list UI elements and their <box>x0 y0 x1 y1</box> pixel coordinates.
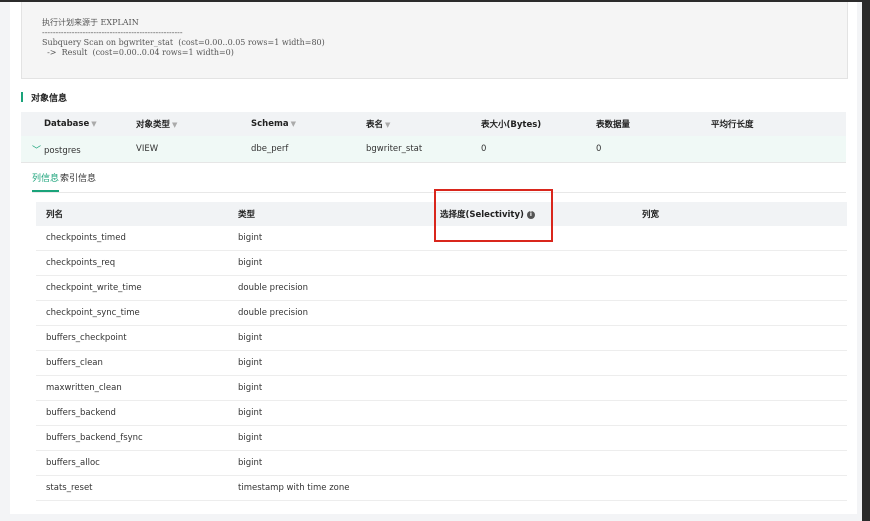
explain-plan-panel: 执行计划来源于 EXPLAIN ------------------------… <box>21 2 848 79</box>
cell-column-type: bigint <box>238 258 263 268</box>
cell-table-name: bgwriter_stat <box>366 144 423 154</box>
explain-line-1: Subquery Scan on bgwriter_stat (cost=0.0… <box>42 38 325 47</box>
header-table-size: 表大小(Bytes) <box>481 120 542 130</box>
cell-column-type: bigint <box>238 383 263 393</box>
cell-table-size: 0 <box>481 144 487 154</box>
header-schema[interactable]: Schema ▼ <box>251 119 366 129</box>
header-row-count: 表数据量 <box>596 120 631 130</box>
content-card: 执行计划来源于 EXPLAIN ------------------------… <box>10 2 857 514</box>
cell-object-type: VIEW <box>136 144 159 154</box>
header-table-name[interactable]: 表名 ▼ <box>366 118 481 130</box>
cell-column-name: buffers_alloc <box>46 458 100 468</box>
cell-column-name: buffers_checkpoint <box>46 333 127 343</box>
cell-column-type: bigint <box>238 333 263 343</box>
filter-icon[interactable]: ▼ <box>385 121 390 129</box>
cell-column-type: bigint <box>238 458 263 468</box>
cell-column-name: buffers_clean <box>46 358 103 368</box>
explain-line-2: -> Result (cost=0.00..0.04 rows=1 width=… <box>42 48 234 57</box>
cell-column-type: bigint <box>238 433 263 443</box>
header-database[interactable]: Database ▼ <box>21 119 136 129</box>
cell-column-name: checkpoint_sync_time <box>46 308 140 318</box>
header-column-name: 列名 <box>46 210 64 220</box>
column-info-table: 列名 类型 选择度(Selectivity) i 列宽 checkpoints_t… <box>36 202 847 501</box>
filter-icon[interactable]: ▼ <box>91 120 96 128</box>
header-column-type: 类型 <box>238 210 256 220</box>
object-info-heading: 对象信息 <box>21 91 68 104</box>
explain-title: 执行计划来源于 EXPLAIN <box>42 18 139 27</box>
header-column-width: 列宽 <box>642 210 660 220</box>
cell-column-name: buffers_backend <box>46 408 116 418</box>
cell-row-count: 0 <box>596 144 602 154</box>
cell-schema: dbe_perf <box>251 144 289 154</box>
cell-column-name: checkpoints_timed <box>46 233 126 243</box>
table-row[interactable]: checkpoints_req bigint <box>36 251 847 276</box>
cell-column-type: bigint <box>238 358 263 368</box>
filter-icon[interactable]: ▼ <box>172 121 177 129</box>
cell-column-name: maxwritten_clean <box>46 383 122 393</box>
object-info-title: 对象信息 <box>31 93 68 104</box>
cell-column-type: double precision <box>238 283 309 293</box>
cell-column-name: checkpoint_write_time <box>46 283 142 293</box>
table-row[interactable]: checkpoint_sync_time double precision <box>36 301 847 326</box>
filter-icon[interactable]: ▼ <box>291 120 296 128</box>
cell-column-name: buffers_backend_fsync <box>46 433 143 443</box>
table-row[interactable]: buffers_clean bigint <box>36 351 847 376</box>
object-table-row[interactable]: ﹀ postgres VIEW dbe_perf bgwriter_stat 0 … <box>21 136 846 163</box>
table-row[interactable]: buffers_backend bigint <box>36 401 847 426</box>
selectivity-highlight-box <box>434 189 553 242</box>
cell-column-name: checkpoints_req <box>46 258 116 268</box>
table-row[interactable]: buffers_alloc bigint <box>36 451 847 476</box>
section-accent-bar <box>21 92 23 102</box>
cell-column-type: bigint <box>238 408 263 418</box>
table-row[interactable]: checkpoint_write_time double precision <box>36 276 847 301</box>
cell-column-type: double precision <box>238 308 309 318</box>
tab-column-info[interactable]: 列信息 <box>32 171 60 192</box>
explain-plan-text: 执行计划来源于 EXPLAIN ------------------------… <box>22 2 847 58</box>
tab-index-info[interactable]: 索引信息 <box>60 171 96 184</box>
table-row[interactable]: buffers_backend_fsync bigint <box>36 426 847 451</box>
table-row[interactable]: stats_reset timestamp with time zone <box>36 476 847 501</box>
table-row[interactable]: maxwritten_clean bigint <box>36 376 847 401</box>
object-info-table: Database ▼ 对象类型 ▼ Schema ▼ 表名 ▼ 表大小(Bytes) 表… <box>21 112 846 163</box>
cell-column-type: bigint <box>238 233 263 243</box>
header-object-type[interactable]: 对象类型 ▼ <box>136 118 251 130</box>
chevron-down-icon[interactable]: ﹀ <box>32 143 44 156</box>
header-avg-row-length: 平均行长度 <box>711 120 754 130</box>
cell-database: ﹀ postgres <box>21 143 136 156</box>
object-table-header: Database ▼ 对象类型 ▼ Schema ▼ 表名 ▼ 表大小(Bytes) 表… <box>21 112 846 136</box>
explain-divider: ----------------------------------------… <box>42 28 183 37</box>
table-row[interactable]: buffers_checkpoint bigint <box>36 326 847 351</box>
page-background: 执行计划来源于 EXPLAIN ------------------------… <box>0 2 862 521</box>
cell-column-type: timestamp with time zone <box>238 483 350 493</box>
cell-column-name: stats_reset <box>46 483 93 493</box>
